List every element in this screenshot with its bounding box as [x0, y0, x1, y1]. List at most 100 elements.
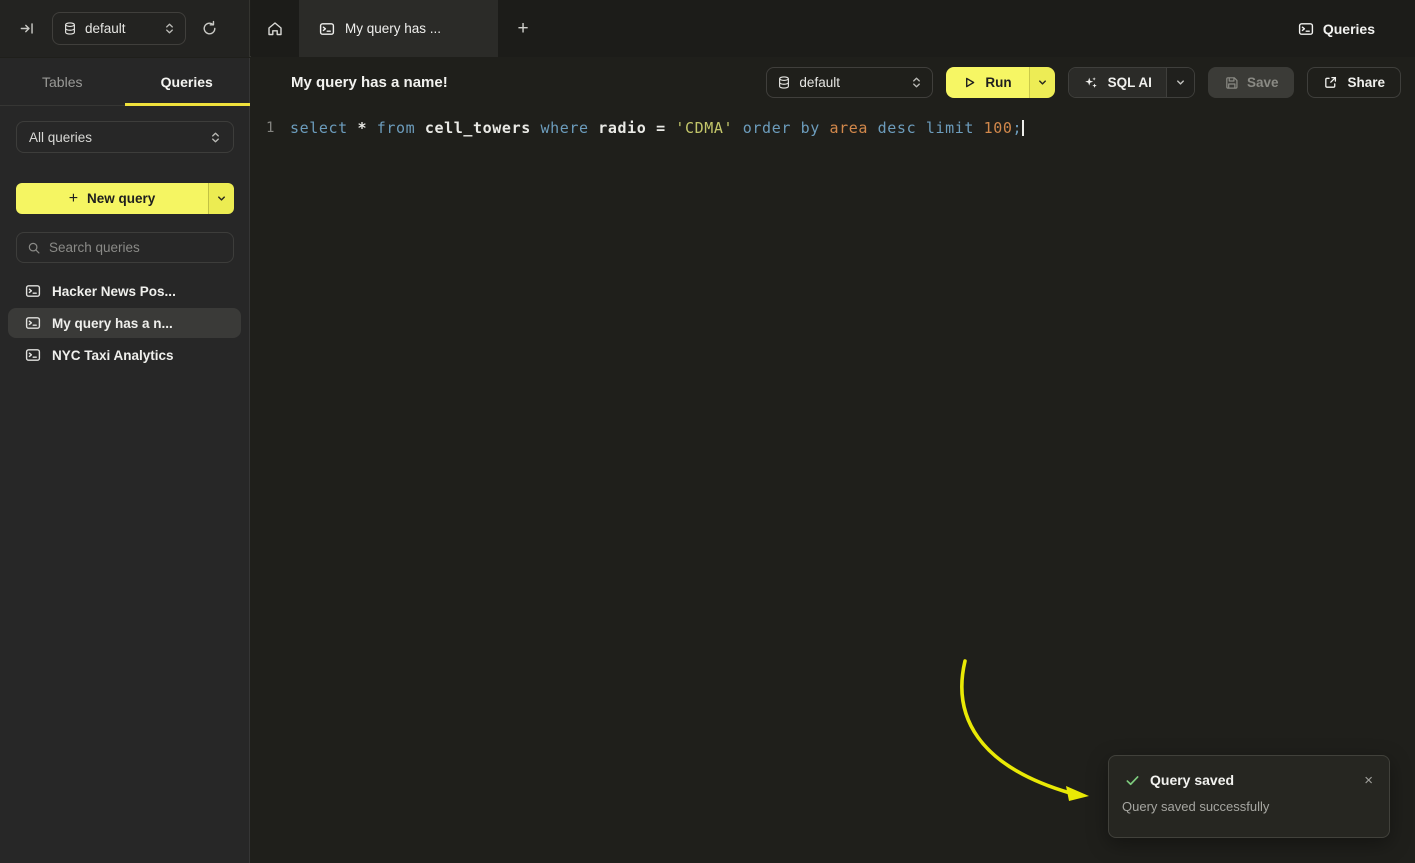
toolbar-database-value: default — [799, 75, 903, 90]
sidebar-tabs: Tables Queries — [0, 58, 249, 106]
query-list-item-hacker-news[interactable]: Hacker News Pos... — [8, 276, 241, 306]
share-icon — [1323, 75, 1338, 90]
code-token — [916, 119, 926, 137]
code-token: 100 — [984, 119, 1013, 137]
toast-title: Query saved — [1150, 772, 1352, 788]
query-item-label: My query has a n... — [52, 316, 173, 331]
run-split-button: Run — [946, 67, 1054, 98]
sql-ai-options-button[interactable] — [1166, 68, 1194, 97]
sql-ai-button-label: SQL AI — [1108, 75, 1152, 90]
chevron-down-icon — [1175, 77, 1186, 88]
code-token — [820, 119, 830, 137]
code-token: limit — [926, 119, 974, 137]
code-token: cell_towers — [425, 119, 531, 137]
code-token: = — [656, 119, 666, 137]
sidebar-tab-queries[interactable]: Queries — [125, 58, 250, 105]
sql-ai-button[interactable]: SQL AI — [1069, 68, 1166, 97]
toast-query-saved: Query saved × Query saved successfully — [1108, 755, 1390, 838]
page-title: My query has a name! — [291, 74, 448, 91]
code-line-1: 1 select * from cell_towers where radio … — [251, 117, 1415, 139]
home-icon — [266, 20, 284, 38]
query-filter-select[interactable]: All queries — [16, 121, 234, 153]
play-icon — [963, 76, 976, 89]
code-line-tokens: select * from cell_towers where radio = … — [290, 117, 1022, 139]
query-console-icon — [25, 283, 41, 299]
code-token — [646, 119, 656, 137]
database-icon — [63, 21, 77, 36]
sql-editor[interactable]: 1 select * from cell_towers where radio … — [251, 106, 1415, 139]
query-list-item-nyc-taxi[interactable]: NYC Taxi Analytics — [8, 340, 241, 370]
query-header: My query has a name! default — [251, 58, 1415, 106]
toast-close-button[interactable]: × — [1362, 773, 1375, 788]
run-options-button[interactable] — [1029, 67, 1055, 98]
save-icon — [1224, 75, 1239, 90]
code-token — [974, 119, 984, 137]
code-token — [367, 119, 377, 137]
toolbar-database-selector[interactable]: default — [766, 67, 933, 98]
topbar-left-section: default — [0, 0, 250, 57]
code-token — [589, 119, 599, 137]
code-token: where — [540, 119, 588, 137]
run-button-label: Run — [985, 75, 1011, 90]
chevron-down-icon — [1037, 77, 1048, 88]
tab-label: My query has ... — [345, 21, 441, 36]
new-query-dropdown-button[interactable] — [208, 183, 234, 214]
code-token — [666, 119, 676, 137]
share-button[interactable]: Share — [1307, 67, 1401, 98]
line-number: 1 — [251, 117, 281, 139]
share-button-label: Share — [1347, 75, 1385, 90]
main-panel: My query has a name! default — [251, 58, 1415, 863]
queries-indicator-label: Queries — [1323, 21, 1375, 37]
chevron-down-icon — [216, 193, 227, 204]
queries-indicator[interactable]: Queries — [1298, 0, 1375, 57]
query-search-box — [16, 232, 234, 263]
topbar-database-value: default — [85, 21, 156, 36]
tab-my-query[interactable]: My query has ... — [299, 0, 498, 57]
code-token: area — [830, 119, 869, 137]
chevron-updown-icon — [911, 76, 922, 89]
toast-message: Query saved successfully — [1109, 788, 1389, 814]
save-button-label: Save — [1247, 75, 1279, 90]
toast-header: Query saved × — [1109, 756, 1389, 788]
search-queries-input[interactable] — [49, 240, 226, 255]
query-console-icon — [25, 315, 41, 331]
code-token — [348, 119, 358, 137]
code-token — [791, 119, 801, 137]
save-button[interactable]: Save — [1208, 67, 1295, 98]
topbar-database-selector[interactable]: default — [52, 12, 186, 45]
query-item-label: Hacker News Pos... — [52, 284, 176, 299]
text-cursor — [1022, 120, 1024, 136]
sparkles-icon — [1083, 75, 1099, 91]
refresh-icon — [201, 20, 218, 37]
run-button[interactable]: Run — [946, 67, 1028, 98]
refresh-button[interactable] — [192, 12, 226, 46]
sidebar-tab-tables[interactable]: Tables — [0, 58, 125, 105]
chevron-updown-icon — [210, 131, 221, 144]
code-token: 'CDMA' — [675, 119, 733, 137]
query-console-icon — [25, 347, 41, 363]
code-token — [868, 119, 878, 137]
code-token: desc — [878, 119, 917, 137]
query-console-icon — [1298, 21, 1314, 37]
new-query-label: New query — [87, 191, 155, 206]
collapse-sidebar-button[interactable] — [10, 12, 44, 46]
query-toolbar: default Run — [766, 67, 1401, 98]
code-token: * — [357, 119, 367, 137]
new-tab-button[interactable]: + — [498, 0, 548, 57]
code-token: order — [743, 119, 791, 137]
new-query-button[interactable]: + New query — [16, 183, 208, 214]
query-console-icon — [319, 21, 335, 37]
tab-strip: My query has ... + — [251, 0, 1415, 57]
active-tab-underline — [125, 103, 250, 106]
sidebar: Tables Queries All queries + New query — [0, 58, 250, 863]
code-token: radio — [598, 119, 646, 137]
home-tab-button[interactable] — [251, 0, 299, 57]
code-token — [415, 119, 425, 137]
query-list-item-my-query[interactable]: My query has a n... — [8, 308, 241, 338]
search-icon — [27, 241, 41, 255]
collapse-sidebar-icon — [19, 20, 36, 37]
code-token — [733, 119, 743, 137]
code-token: select — [290, 119, 348, 137]
sql-ai-split-button: SQL AI — [1068, 67, 1195, 98]
database-icon — [777, 75, 791, 90]
